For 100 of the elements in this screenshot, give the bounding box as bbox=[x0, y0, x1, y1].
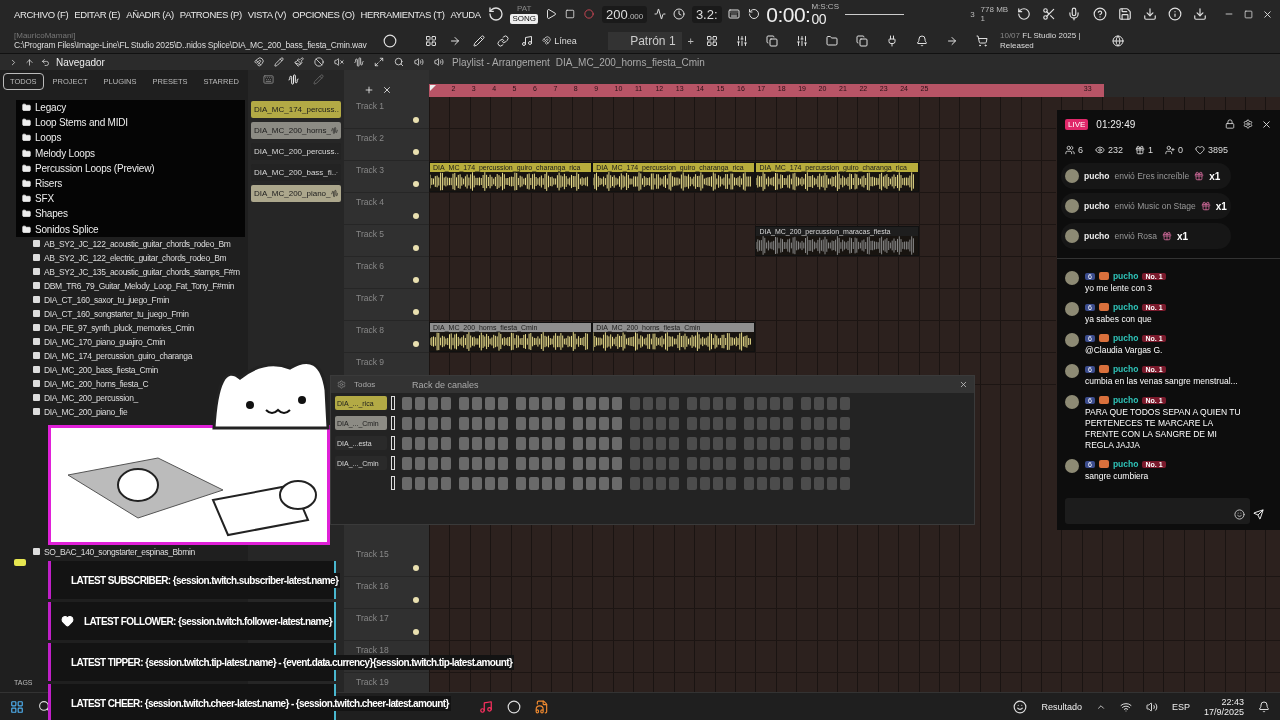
step-button[interactable] bbox=[700, 436, 710, 450]
step-button[interactable] bbox=[827, 436, 837, 450]
track-mute-button[interactable] bbox=[413, 213, 419, 219]
step-button[interactable] bbox=[700, 456, 710, 470]
step-button[interactable] bbox=[459, 436, 469, 450]
step-button[interactable] bbox=[783, 476, 793, 490]
step-button[interactable] bbox=[840, 436, 850, 450]
step-button[interactable] bbox=[529, 456, 539, 470]
step-button[interactable] bbox=[612, 476, 622, 490]
step-button[interactable] bbox=[555, 476, 565, 490]
folder-item[interactable]: Sonidos Splice bbox=[35, 223, 99, 235]
track-mute-button[interactable] bbox=[413, 245, 419, 251]
track-mute-button[interactable] bbox=[413, 277, 419, 283]
step-button[interactable] bbox=[573, 436, 583, 450]
step-button[interactable] bbox=[783, 456, 793, 470]
step-button[interactable] bbox=[529, 416, 539, 430]
step-button[interactable] bbox=[669, 436, 679, 450]
track-label[interactable]: Track 7 bbox=[356, 293, 385, 303]
step-button[interactable] bbox=[428, 456, 438, 470]
step-button[interactable] bbox=[770, 476, 780, 490]
track-mute-button[interactable] bbox=[413, 565, 419, 571]
step-button[interactable] bbox=[573, 416, 583, 430]
step-button[interactable] bbox=[428, 396, 438, 410]
step-button[interactable] bbox=[586, 456, 596, 470]
step-button[interactable] bbox=[516, 456, 526, 470]
step-button[interactable] bbox=[713, 456, 723, 470]
step-button[interactable] bbox=[555, 456, 565, 470]
step-button[interactable] bbox=[757, 456, 767, 470]
step-button[interactable] bbox=[485, 456, 495, 470]
track-label[interactable]: Track 18 bbox=[356, 645, 389, 655]
snap-dropdown[interactable]: Línea bbox=[542, 35, 603, 46]
step-button[interactable] bbox=[612, 456, 622, 470]
step-button[interactable] bbox=[814, 416, 824, 430]
step-button[interactable] bbox=[516, 416, 526, 430]
step-button[interactable] bbox=[656, 396, 666, 410]
step-button[interactable] bbox=[441, 456, 451, 470]
step-button[interactable] bbox=[656, 416, 666, 430]
step-button[interactable] bbox=[630, 456, 640, 470]
step-button[interactable] bbox=[612, 396, 622, 410]
step-button[interactable] bbox=[428, 436, 438, 450]
knob-icon[interactable] bbox=[486, 5, 505, 23]
step-button[interactable] bbox=[529, 396, 539, 410]
file-item[interactable]: DIA_FIE_97_synth_pluck_memories_Cmin bbox=[44, 322, 194, 333]
step-button[interactable] bbox=[814, 396, 824, 410]
file-item[interactable]: DIA_CT_160_songstarter_tu_juego_Fmin bbox=[44, 308, 189, 319]
step-button[interactable] bbox=[599, 436, 609, 450]
step-button[interactable] bbox=[441, 436, 451, 450]
folder-item[interactable]: Percussion Loops (Preview) bbox=[35, 162, 155, 174]
step-button[interactable] bbox=[827, 416, 837, 430]
step-button[interactable] bbox=[599, 416, 609, 430]
step-button[interactable] bbox=[801, 456, 811, 470]
step-button[interactable] bbox=[459, 416, 469, 430]
menu-item[interactable]: OPCIONES (O) bbox=[292, 8, 355, 20]
menu-item[interactable]: EDITAR (E) bbox=[74, 8, 121, 20]
step-button[interactable] bbox=[485, 416, 495, 430]
file-item[interactable]: DBM_TR6_79_Guitar_Melody_Loop_Fat_Tony_F#min bbox=[44, 280, 235, 291]
file-item[interactable]: AB_SY2_JC_122_electric_guitar_chords_rodeo_Bm bbox=[44, 252, 227, 263]
step-button[interactable] bbox=[744, 436, 754, 450]
step-button[interactable] bbox=[415, 456, 425, 470]
step-button[interactable] bbox=[757, 476, 767, 490]
chat-username[interactable]: pucho bbox=[1112, 459, 1139, 469]
language-indicator[interactable]: ESP bbox=[1171, 701, 1190, 712]
track-label[interactable]: Track 2 bbox=[356, 133, 385, 143]
step-button[interactable] bbox=[612, 436, 622, 450]
track-mute-button[interactable] bbox=[413, 629, 419, 635]
folder-item[interactable]: Melody Loops bbox=[35, 147, 95, 159]
step-button[interactable] bbox=[827, 396, 837, 410]
file-item[interactable]: DIA_MC_200_percussion_ bbox=[44, 392, 138, 403]
step-button[interactable] bbox=[669, 456, 679, 470]
gift-username[interactable]: pucho bbox=[1084, 231, 1110, 241]
track-label[interactable]: Track 9 bbox=[356, 357, 385, 367]
step-button[interactable] bbox=[459, 396, 469, 410]
step-button[interactable] bbox=[770, 416, 780, 430]
track-mute-button[interactable] bbox=[413, 149, 419, 155]
gift-username[interactable]: pucho bbox=[1084, 201, 1110, 211]
step-button[interactable] bbox=[599, 456, 609, 470]
step-button[interactable] bbox=[516, 476, 526, 490]
step-button[interactable] bbox=[827, 456, 837, 470]
step-button[interactable] bbox=[757, 416, 767, 430]
chat-username[interactable]: pucho bbox=[1112, 333, 1139, 343]
step-button[interactable] bbox=[428, 416, 438, 430]
news-subtitle[interactable]: Released bbox=[1000, 40, 1092, 51]
step-button[interactable] bbox=[529, 436, 539, 450]
clock-time[interactable]: 22:43 bbox=[1221, 696, 1244, 707]
file-item[interactable]: AB_SY2_JC_122_acoustic_guitar_chords_rodeo_Bm bbox=[44, 238, 231, 249]
folder-item[interactable]: Risers bbox=[35, 178, 63, 190]
step-button[interactable] bbox=[630, 436, 640, 450]
pattern-clip-item[interactable]: DIA_MC_200_bass_fi.. bbox=[251, 164, 341, 181]
step-button[interactable] bbox=[726, 456, 736, 470]
step-button[interactable] bbox=[814, 436, 824, 450]
step-button[interactable] bbox=[770, 396, 780, 410]
step-button[interactable] bbox=[770, 436, 780, 450]
step-button[interactable] bbox=[459, 476, 469, 490]
step-button[interactable] bbox=[783, 416, 793, 430]
step-button[interactable] bbox=[555, 396, 565, 410]
step-button[interactable] bbox=[402, 476, 412, 490]
step-button[interactable] bbox=[744, 396, 754, 410]
track-label[interactable]: Track 1 bbox=[356, 101, 385, 111]
step-button[interactable] bbox=[402, 436, 412, 450]
menu-item[interactable]: HERRAMIENTAS (T) bbox=[360, 8, 445, 20]
